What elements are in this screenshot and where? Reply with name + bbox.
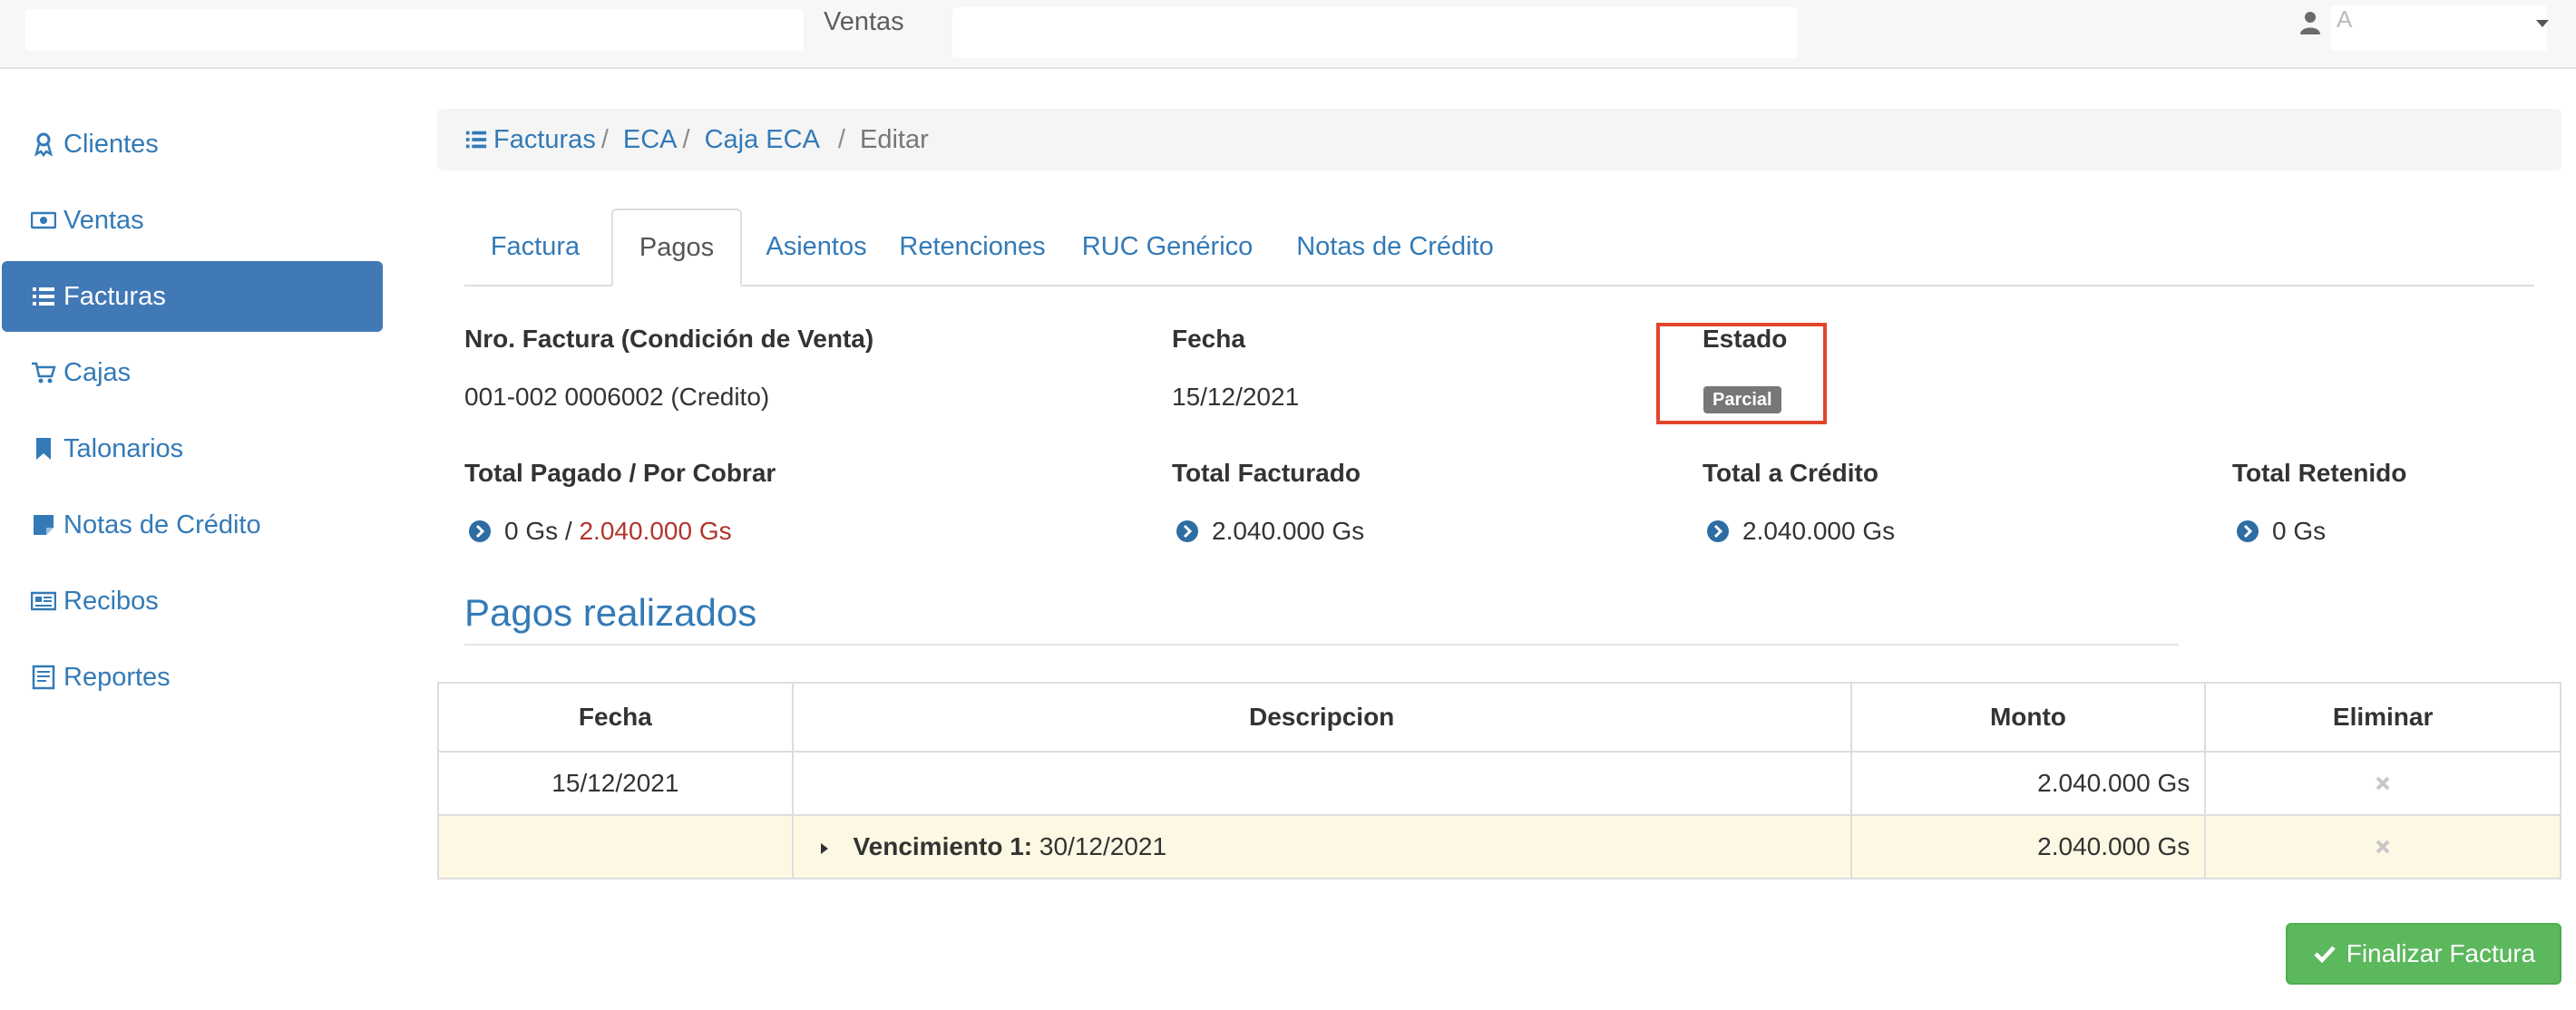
breadcrumb-eca-link[interactable]: ECA	[623, 125, 678, 155]
vencimiento-empty-cell	[437, 814, 794, 879]
vencimiento-eliminar-cell	[2204, 814, 2561, 879]
report-icon	[29, 663, 58, 692]
chevron-circle-right-icon	[2237, 520, 2259, 542]
list-icon	[29, 282, 58, 311]
tab-ruc-generico[interactable]: RUC Genérico	[1068, 209, 1266, 285]
vencimiento-label: Vencimiento 1:	[853, 832, 1033, 860]
column-header-eliminar: Eliminar	[2204, 682, 2561, 753]
vencimiento-monto-cell: 2.040.000 Gs	[1849, 814, 2207, 879]
delete-x-icon[interactable]	[2375, 839, 2391, 855]
total-credito-value: 2.040.000 Gs	[1742, 517, 1896, 545]
por-cobrar-value: 2.040.000 Gs	[579, 517, 732, 545]
pago-descripcion-cell	[791, 751, 1852, 816]
total-pagado-value-line: 0 Gs / 2.040.000 Gs	[504, 517, 732, 545]
total-pagado-label: Total Pagado / Por Cobrar	[464, 459, 776, 487]
nro-factura-label: Nro. Factura (Condición de Venta)	[464, 325, 874, 353]
finalizar-factura-label: Finalizar Factura	[2346, 939, 2536, 967]
sidebar-item-cajas[interactable]: Cajas	[2, 337, 383, 408]
total-retenido-label: Total Retenido	[2232, 459, 2407, 487]
tab-label: Pagos	[639, 232, 715, 262]
tab-asientos[interactable]: Asientos	[753, 209, 880, 285]
column-header-monto: Monto	[1849, 682, 2207, 753]
total-facturado-value: 2.040.000 Gs	[1212, 517, 1365, 545]
chevron-circle-right-icon	[1707, 520, 1729, 542]
sidebar-item-notas-de-credito[interactable]: Notas de Crédito	[2, 490, 383, 560]
chevron-circle-right-icon	[469, 520, 491, 542]
sidebar-item-label: Facturas	[63, 281, 166, 311]
pago-monto-cell: 2.040.000 Gs	[1849, 751, 2207, 816]
vencimiento-descripcion-cell[interactable]: Vencimiento 1: 30/12/2021	[791, 814, 1852, 879]
tab-notas-de-credito[interactable]: Notas de Crédito	[1272, 209, 1518, 285]
user-menu-dropdown[interactable]: A	[2331, 5, 2547, 51]
tab-label: Asientos	[766, 231, 867, 261]
sidebar-item-talonarios[interactable]: Talonarios	[2, 413, 383, 484]
user-name-text: A	[2337, 5, 2353, 33]
sidebar-item-label: Talonarios	[63, 433, 184, 463]
tab-label: Factura	[490, 231, 581, 261]
sidebar-item-label: Ventas	[63, 205, 144, 235]
pago-eliminar-cell	[2204, 751, 2561, 816]
total-retenido-value: 0 Gs	[2272, 517, 2327, 545]
caret-right-icon[interactable]	[819, 841, 830, 856]
breadcrumb-facturas-link[interactable]: Facturas	[493, 125, 596, 155]
cart-icon	[29, 358, 58, 387]
top-left-field[interactable]	[25, 9, 804, 51]
pagos-section-title: Pagos realizados	[464, 591, 757, 634]
breadcrumb-current: Editar	[859, 124, 929, 154]
sidebar-item-label: Notas de Crédito	[63, 510, 261, 539]
pagos-table: Fecha Descripcion Monto Eliminar 15/12/2…	[437, 682, 2561, 879]
table-row: 15/12/2021 2.040.000 Gs	[437, 751, 2561, 816]
newspaper-icon	[29, 587, 58, 616]
breadcrumb-separator: /	[682, 124, 690, 154]
money-icon	[29, 206, 58, 235]
top-nav-ventas-link[interactable]: Ventas	[824, 7, 904, 37]
pago-fecha-cell: 15/12/2021	[437, 751, 794, 816]
total-facturado-label: Total Facturado	[1172, 459, 1361, 487]
breadcrumb-caja-eca-link[interactable]: Caja ECA	[705, 125, 820, 155]
chevron-circle-right-icon	[1176, 520, 1198, 542]
user-icon	[2300, 12, 2320, 34]
top-center-field[interactable]	[952, 7, 1798, 58]
total-credito-label: Total a Crédito	[1703, 459, 1878, 487]
sidebar-item-label: Recibos	[63, 586, 159, 616]
finalizar-factura-button[interactable]: Finalizar Factura	[2286, 923, 2561, 985]
list-icon	[465, 131, 487, 149]
section-divider	[464, 644, 2179, 646]
sidebar-item-reportes[interactable]: Reportes	[2, 642, 383, 713]
tab-bar: Factura Pagos Asientos Retenciones RUC G…	[464, 209, 2534, 286]
breadcrumb-separator: /	[837, 124, 845, 154]
user-certificate-icon	[29, 130, 58, 159]
sidebar-item-label: Reportes	[63, 662, 171, 692]
table-row-vencimiento: Vencimiento 1: 30/12/2021 2.040.000 Gs	[437, 814, 2561, 879]
sidebar-item-recibos[interactable]: Recibos	[2, 566, 383, 636]
tab-retenciones[interactable]: Retenciones	[885, 209, 1059, 285]
vencimiento-date: 30/12/2021	[1039, 832, 1167, 860]
sidebar-item-label: Clientes	[63, 129, 159, 159]
breadcrumb-separator: /	[600, 124, 609, 154]
tab-pagos[interactable]: Pagos	[611, 209, 742, 286]
sidebar-item-ventas[interactable]: Ventas	[2, 185, 383, 256]
note-icon	[29, 510, 58, 539]
top-navbar: Ventas A	[0, 0, 2576, 69]
nro-factura-value: 001-002 0006002 (Credito)	[464, 383, 770, 411]
sidebar-item-label: Cajas	[63, 357, 132, 387]
sidebar-item-facturas[interactable]: Facturas	[2, 261, 383, 332]
column-header-fecha: Fecha	[437, 682, 794, 753]
bookmark-icon	[29, 434, 58, 463]
tab-label: RUC Genérico	[1081, 231, 1254, 261]
fecha-value: 15/12/2021	[1172, 383, 1300, 411]
tab-label: Notas de Crédito	[1296, 231, 1494, 261]
tab-factura[interactable]: Factura	[464, 209, 606, 285]
delete-x-icon[interactable]	[2375, 775, 2391, 791]
table-header-row: Fecha Descripcion Monto Eliminar	[437, 682, 2561, 753]
estado-highlight-box	[1656, 323, 1827, 424]
sidebar-item-clientes[interactable]: Clientes	[2, 109, 383, 180]
tab-label: Retenciones	[899, 231, 1046, 261]
total-pagado-value: 0 Gs	[504, 517, 559, 545]
fecha-label: Fecha	[1172, 325, 1245, 353]
breadcrumb: Facturas / ECA / Caja ECA / Editar	[437, 109, 2561, 170]
chevron-down-icon	[2536, 20, 2549, 27]
check-icon	[2314, 946, 2336, 964]
column-header-descripcion: Descripcion	[791, 682, 1852, 753]
